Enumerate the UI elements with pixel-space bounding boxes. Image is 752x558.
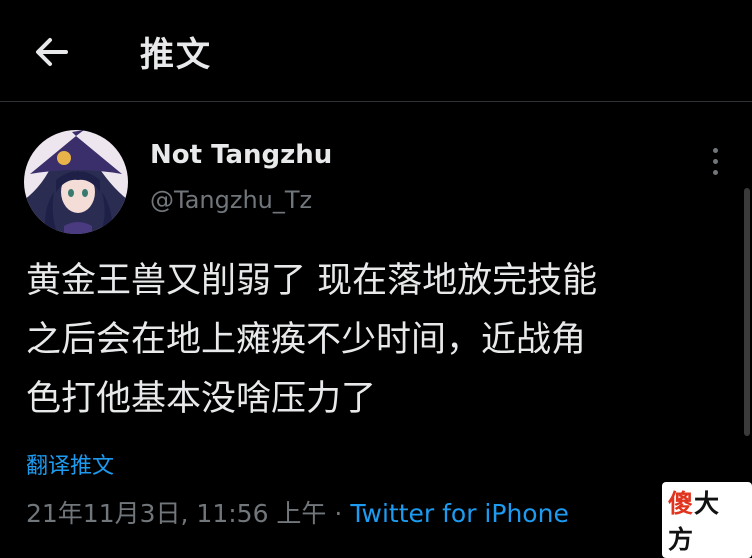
tweet-source-link[interactable]: Twitter for iPhone xyxy=(350,499,568,528)
more-options-button[interactable] xyxy=(704,144,728,180)
tweet-text-line: 色打他基本没啥压力了 xyxy=(26,379,377,419)
watermark-char: 傻 xyxy=(668,489,695,518)
back-button[interactable] xyxy=(30,30,74,74)
author-handle[interactable]: @Tangzhu_Tz xyxy=(150,186,312,214)
top-bar: 推文 xyxy=(0,0,752,102)
meta-separator: · xyxy=(334,499,343,528)
avatar[interactable] xyxy=(24,130,128,234)
tweet-text-line: 黄金王兽又削弱了 现在落地放完技能 xyxy=(26,261,598,301)
vertical-dots-icon xyxy=(713,148,718,153)
vertical-dots-icon xyxy=(713,170,718,175)
tweet: Not Tangzhu @Tangzhu_Tz 黄金王兽又削弱了 现在落地放完技… xyxy=(0,102,752,536)
scrollbar[interactable] xyxy=(744,188,750,436)
vertical-dots-icon xyxy=(713,159,718,164)
tweet-meta: 21年11月3日, 11:56 上午 · Twitter for iPhone xyxy=(26,494,569,530)
author-display-name[interactable]: Not Tangzhu xyxy=(150,140,332,170)
arrow-left-icon xyxy=(36,38,68,66)
anime-witch-avatar-icon xyxy=(24,130,128,234)
watermark-logo: 傻大方 xyxy=(662,482,752,558)
tweet-text: 黄金王兽又削弱了 现在落地放完技能 之后会在地上瘫痪不少时间，近战角 色打他基本… xyxy=(26,252,726,429)
tweet-text-line: 之后会在地上瘫痪不少时间，近战角 xyxy=(26,320,587,360)
page-title: 推文 xyxy=(140,35,212,75)
tweet-timestamp[interactable]: 21年11月3日, 11:56 上午 xyxy=(26,499,326,528)
translate-tweet-link[interactable]: 翻译推文 xyxy=(26,448,114,480)
